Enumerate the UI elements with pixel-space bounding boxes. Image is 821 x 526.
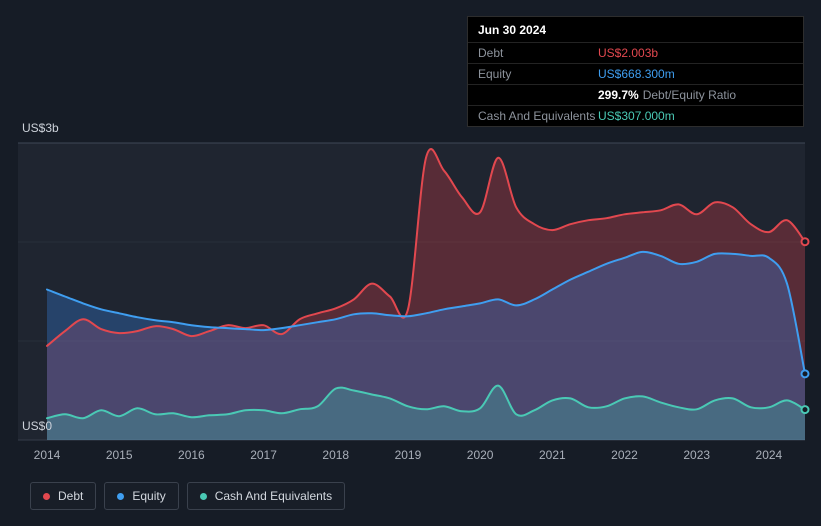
tooltip-cash-label: Cash And Equivalents bbox=[478, 109, 596, 123]
equity-swatch-icon bbox=[117, 492, 125, 500]
y-axis-bottom-label: US$0 bbox=[22, 419, 53, 433]
tooltip-ratio-value: 299.7% Debt/Equity Ratio bbox=[598, 88, 793, 102]
tooltip-debt-row: Debt US$2.003b bbox=[468, 42, 803, 63]
tooltip-cash-row: Cash And Equivalents US$307.000m bbox=[468, 105, 803, 126]
tooltip-ratio-caption: Debt/Equity Ratio bbox=[642, 88, 737, 102]
legend-item-cash[interactable]: Cash And Equivalents bbox=[186, 482, 346, 510]
x-tick-label: 2014 bbox=[33, 448, 61, 462]
x-tick-label: 2018 bbox=[322, 448, 350, 462]
x-tick-label: 2022 bbox=[611, 448, 638, 462]
tooltip-equity-label: Equity bbox=[478, 67, 512, 81]
x-tick-label: 2019 bbox=[394, 448, 422, 462]
legend-cash-label: Cash And Equivalents bbox=[214, 489, 333, 503]
x-tick-label: 2024 bbox=[755, 448, 783, 462]
tooltip-equity-row: Equity US$668.300m bbox=[468, 63, 803, 84]
tooltip-debt-value: US$2.003b bbox=[598, 46, 659, 60]
x-tick-label: 2015 bbox=[105, 448, 133, 462]
chart-legend: Debt Equity Cash And Equivalents bbox=[30, 482, 346, 510]
x-tick-label: 2020 bbox=[466, 448, 494, 462]
tooltip-debt-label: Debt bbox=[478, 46, 504, 60]
tooltip-equity-value: US$668.300m bbox=[598, 67, 675, 81]
legend-debt-label: Debt bbox=[58, 489, 84, 503]
y-axis-top-label: US$3b bbox=[22, 121, 59, 135]
x-tick-label: 2023 bbox=[683, 448, 711, 462]
debt-equity-history-chart: US$3b US$0 2014 2015 2016 2017 2018 2019 2020 2… bbox=[0, 0, 821, 526]
legend-item-equity[interactable]: Equity bbox=[104, 482, 179, 510]
tooltip-cash-value: US$307.000m bbox=[598, 109, 675, 123]
x-tick-label: 2021 bbox=[538, 448, 566, 462]
tooltip-ratio-percent: 299.7% bbox=[598, 88, 639, 102]
legend-equity-label: Equity bbox=[132, 489, 166, 503]
tooltip-date: Jun 30 2024 bbox=[478, 23, 547, 37]
legend-item-debt[interactable]: Debt bbox=[30, 482, 97, 510]
debt-swatch-icon bbox=[43, 492, 50, 500]
x-tick-label: 2017 bbox=[250, 448, 277, 462]
chart-tooltip: Jun 30 2024 Debt US$2.003b Equity US$668… bbox=[467, 16, 804, 127]
cash-swatch-icon bbox=[199, 492, 207, 500]
x-tick-label: 2016 bbox=[178, 448, 205, 462]
tooltip-ratio-row: 299.7% Debt/Equity Ratio bbox=[468, 84, 803, 105]
